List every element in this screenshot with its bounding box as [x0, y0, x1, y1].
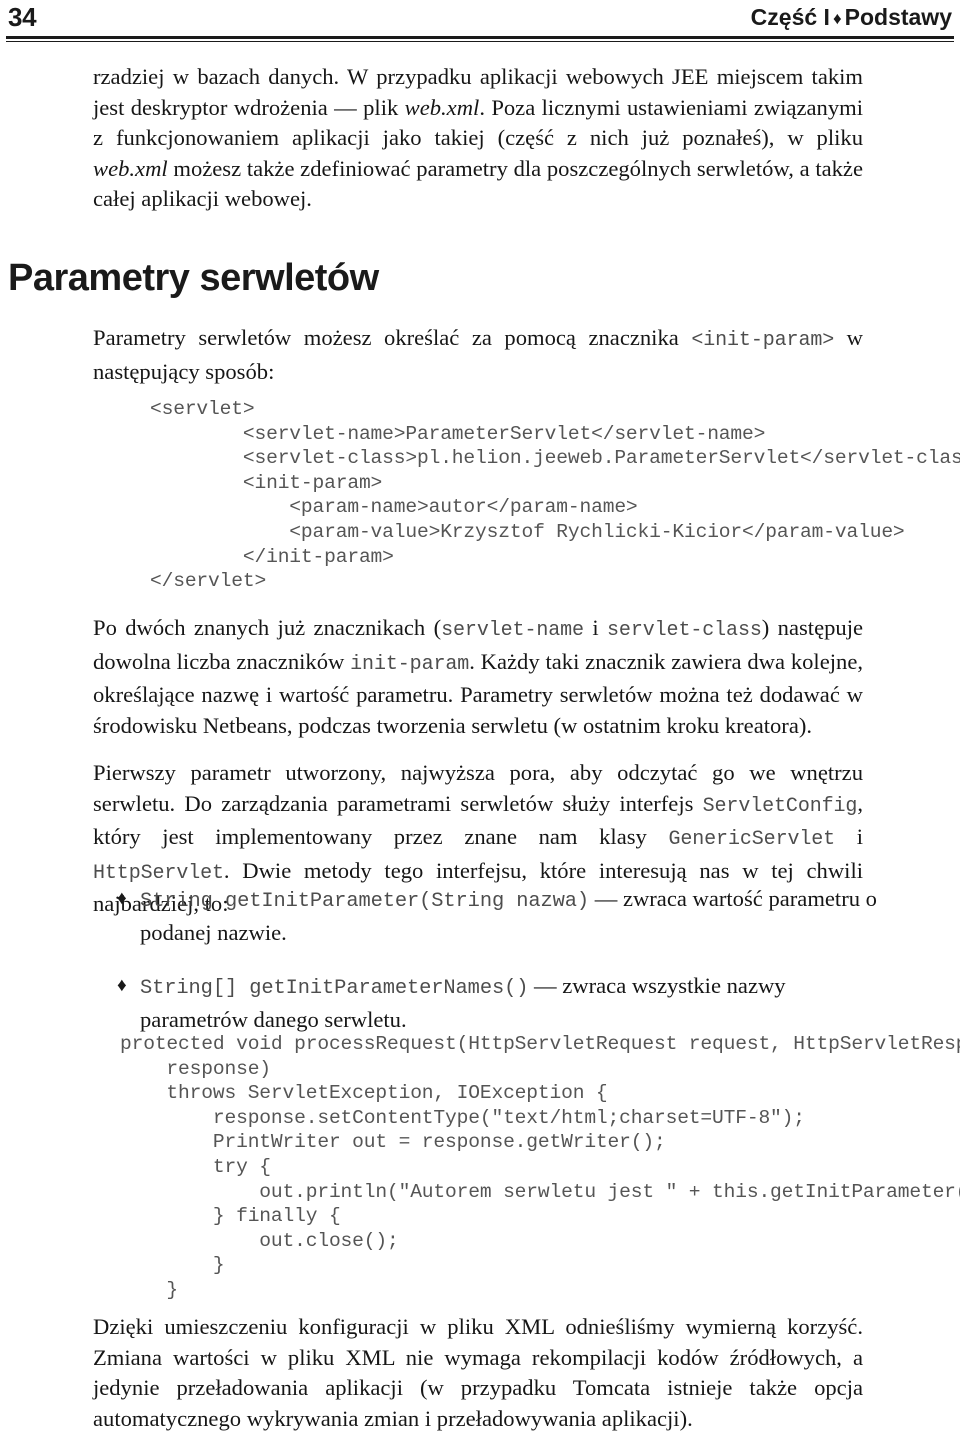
afterxml-seg-2: i	[583, 615, 608, 640]
diamond-bullet-icon: ♦	[117, 975, 127, 996]
closing-paragraph-block: Dzięki umieszczeniu konfiguracji w pliku…	[93, 1312, 863, 1434]
config-seg-3: i	[835, 824, 863, 849]
xml-code-listing: <servlet> <servlet-name>ParameterServlet…	[150, 398, 960, 593]
method-list: ♦ String getInitParameter(String nazwa) —…	[93, 884, 883, 1035]
afterxml-code-servlet-name: servlet-name	[441, 619, 584, 642]
config-code-genericservlet: GenericServlet	[668, 828, 836, 851]
afterxml-code-servlet-class: servlet-class	[607, 619, 762, 642]
config-code-servletconfig: ServletConfig	[702, 794, 858, 818]
lead-seg-1: Parametry serwletów możesz określać za p…	[93, 325, 692, 350]
diamond-bullet-icon: ♦	[117, 888, 127, 909]
list-item: ♦ String getInitParameter(String nazwa) —…	[93, 884, 883, 948]
method-signature: String getInitParameter(String nazwa)	[140, 890, 590, 913]
afterxml-code-init-param: init-param	[350, 652, 470, 676]
method-dash: —	[528, 973, 563, 998]
page-title: Parametry serwletów	[8, 257, 379, 299]
list-item: ♦ String[] getInitParameterNames() — zwra…	[93, 971, 883, 1035]
intro-italic-webxml-1: web.xml	[404, 94, 480, 120]
running-head: 34 Część I ♦ Podstawy	[0, 0, 960, 46]
intro-italic-webxml-2: web.xml	[93, 155, 168, 181]
header-rule-thin	[6, 41, 954, 42]
book-page: 34 Część I ♦ Podstawy rzadziej w bazach da…	[0, 0, 960, 1440]
running-head-title: Część I ♦ Podstawy	[751, 2, 952, 35]
diamond-separator-icon: ♦	[832, 9, 842, 28]
paragraph-after-xml-block: Po dwóch znanych już znacznikach (servle…	[93, 613, 863, 741]
lead-paragraph: Parametry serwletów możesz określać za p…	[93, 323, 863, 387]
config-code-httpservlet: HttpServlet	[93, 861, 224, 885]
intro-seg-3: możesz także zdefiniować parametry dla p…	[93, 155, 863, 212]
part-label: Część I	[750, 4, 830, 30]
page-number: 34	[8, 2, 37, 32]
afterxml-seg-1: Po dwóch znanych już znacznikach (	[93, 615, 442, 640]
method-signature: String[] getInitParameterNames()	[140, 977, 529, 1000]
java-code-listing: protected void processRequest(HttpServle…	[120, 1033, 960, 1301]
intro-paragraph-block: rzadziej w bazach danych. W przypadku ap…	[93, 62, 863, 215]
closing-paragraph: Dzięki umieszczeniu konfiguracji w pliku…	[93, 1314, 863, 1431]
intro-paragraph: rzadziej w bazach danych. W przypadku ap…	[93, 62, 863, 215]
method-dash: —	[589, 886, 623, 911]
paragraph-after-xml: Po dwóch znanych już znacznikach (servle…	[93, 613, 863, 741]
section-title: Podstawy	[844, 4, 952, 30]
lead-code-init-param: <init-param>	[691, 329, 835, 352]
header-rule-thick	[6, 36, 954, 39]
lead-paragraph-block: Parametry serwletów możesz określać za p…	[93, 323, 863, 387]
